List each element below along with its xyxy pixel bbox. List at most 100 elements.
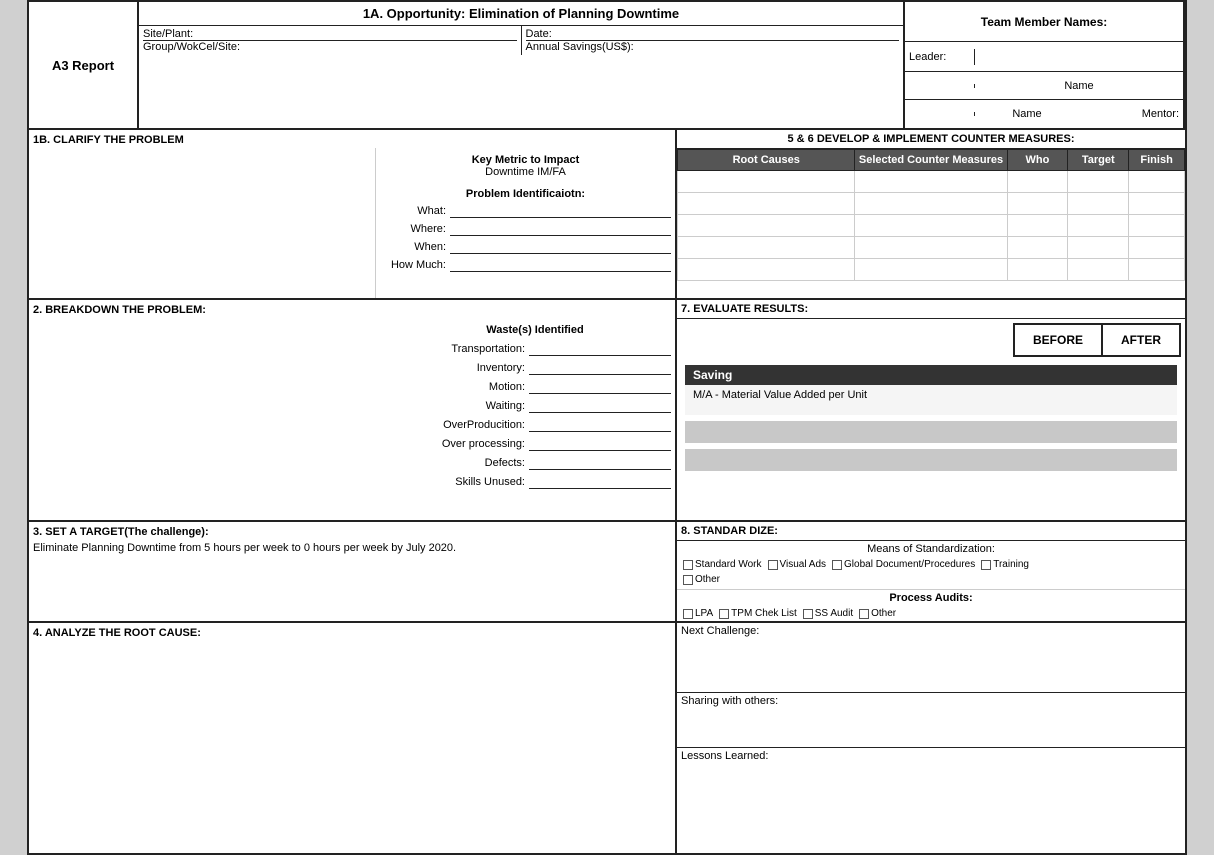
target-4 [1068,237,1129,259]
checkbox-other1: Other [683,574,720,585]
leader-name [975,55,1183,59]
a3-report-label: A3 Report [29,2,139,128]
group-row: Group/WokCel/Site: [143,41,517,53]
checkbox-global-doc: Global Document/Procedures [832,559,975,570]
inventory-row: Inventory: [399,361,671,375]
section-2: 2. BREAKDOWN THE PROBLEM: Waste(s) Ident… [29,300,677,520]
section-5-6: 5 & 6 DEVELOP & IMPLEMENT COUNTER MEASUR… [677,130,1185,298]
checkbox-o2-box[interactable] [859,609,869,619]
sharing-section: Sharing with others: [677,693,1185,748]
checkbox-ss-audit: SS Audit [803,608,853,619]
finish-1 [1129,171,1185,193]
section-1b: 1B. CLARIFY THE PROBLEM Key Metric to Im… [29,130,677,298]
how-much-line [450,258,671,272]
who-5 [1007,259,1068,281]
where-line [450,222,671,236]
col-target: Target [1068,150,1129,171]
checkbox-gd-label: Global Document/Procedures [844,559,975,570]
where-label: Where: [380,223,450,235]
section-1b-content: Key Metric to Impact Downtime IM/FA Prob… [29,148,675,298]
col-selected-counter: Selected Counter Measures [855,150,1007,171]
section-2-title: 2. BREAKDOWN THE PROBLEM: [29,300,675,320]
counter-3 [855,215,1007,237]
defects-row: Defects: [399,456,671,470]
skills-unused-label: Skills Unused: [399,476,529,488]
annual-savings-label: Annual Savings(US$): [526,41,634,53]
name2-label [905,112,975,116]
section-4-title: 4. ANALYZE THE ROOT CAUSE: [33,627,671,639]
waiting-label: Waiting: [399,400,529,412]
transportation-label: Transportation: [399,343,529,355]
checkbox-training: Training [981,559,1029,570]
wastes-title: Waste(s) Identified [399,324,671,336]
team-member-section: Team Member Names: Leader: Name Name Men… [905,2,1185,128]
checkbox-o1-box[interactable] [683,575,693,585]
checkbox-lpa-box[interactable] [683,609,693,619]
right-bottom-panel: Next Challenge: Sharing with others: Les… [677,623,1185,853]
who-4 [1007,237,1068,259]
key-metric-block: Key Metric to Impact Downtime IM/FA [380,154,671,178]
date-label: Date: [526,28,552,40]
col-who: Who [1007,150,1068,171]
section-2-content: Waste(s) Identified Transportation: Inve… [29,320,675,520]
where-row: Where: [380,222,671,236]
checkbox-tpm: TPM Chek List [719,608,797,619]
checkbox-other2: Other [859,608,896,619]
root-1 [678,171,855,193]
checkbox-tr-box[interactable] [981,560,991,570]
what-line [450,204,671,218]
header-section: A3 Report 1A. Opportunity: Elimination o… [29,2,1185,130]
checkbox-va-box[interactable] [768,560,778,570]
section-4: 4. ANALYZE THE ROOT CAUSE: [29,623,677,853]
means-label: Means of Standardization: [677,541,1185,557]
row-2-7: 2. BREAKDOWN THE PROBLEM: Waste(s) Ident… [29,300,1185,522]
checkbox-sw-label: Standard Work [695,559,762,570]
next-challenge-section: Next Challenge: [677,623,1185,693]
checkbox-sw-box[interactable] [683,560,693,570]
section-3-text: Eliminate Planning Downtime from 5 hours… [33,542,671,554]
when-row: When: [380,240,671,254]
col-root-causes: Root Causes [678,150,855,171]
counter-4 [855,237,1007,259]
waiting-line [529,399,671,413]
checkbox-gd-box[interactable] [832,560,842,570]
team-names: Leader: Name Name Mentor: [905,42,1183,128]
checkbox-tr-label: Training [993,559,1029,570]
checkbox-tpm-box[interactable] [719,609,729,619]
a3-report-page: A3 Report 1A. Opportunity: Elimination o… [27,0,1187,855]
key-metric-label: Key Metric to Impact [380,154,671,166]
checkbox-lpa: LPA [683,608,713,619]
saving-gray-bar-2 [685,449,1177,471]
saving-content: M/A - Material Value Added per Unit [685,385,1177,415]
over-processing-label: Over processing: [399,438,529,450]
inventory-line [529,361,671,375]
process-audits-label: Process Audits: [677,590,1185,606]
section-7-content: BEFORE AFTER Saving M/A - Material Value… [677,319,1185,475]
overproduction-label: OverProducition: [399,419,529,431]
problem-id-label: Problem Identificaiotn: [380,188,671,200]
inventory-label: Inventory: [399,362,529,374]
before-after-container: BEFORE AFTER [681,323,1181,357]
counter-row-4 [678,237,1185,259]
mentor-label: Mentor: [1079,106,1183,122]
standardization-checkboxes: Standard Work Visual Ads Global Document… [677,557,1185,572]
skills-unused-line [529,475,671,489]
key-metric-value: Downtime IM/FA [380,166,671,178]
target-1 [1068,171,1129,193]
name1-value: Name [975,78,1183,94]
sharing-label: Sharing with others: [681,695,778,707]
checkbox-ss-box[interactable] [803,609,813,619]
before-box: BEFORE [1013,323,1103,357]
finish-2 [1129,193,1185,215]
section-1b-left-area [29,148,375,298]
how-much-row: How Much: [380,258,671,272]
overproduction-row: OverProducition: [399,418,671,432]
target-3 [1068,215,1129,237]
checkbox-ss-label: SS Audit [815,608,853,619]
skills-unused-row: Skills Unused: [399,475,671,489]
counter-measures-table: Root Causes Selected Counter Measures Wh… [677,149,1185,281]
target-5 [1068,259,1129,281]
section-7: 7. EVALUATE RESULTS: BEFORE AFTER Saving… [677,300,1185,520]
counter-2 [855,193,1007,215]
problem-fields: What: Where: When: How Much: [380,204,671,272]
